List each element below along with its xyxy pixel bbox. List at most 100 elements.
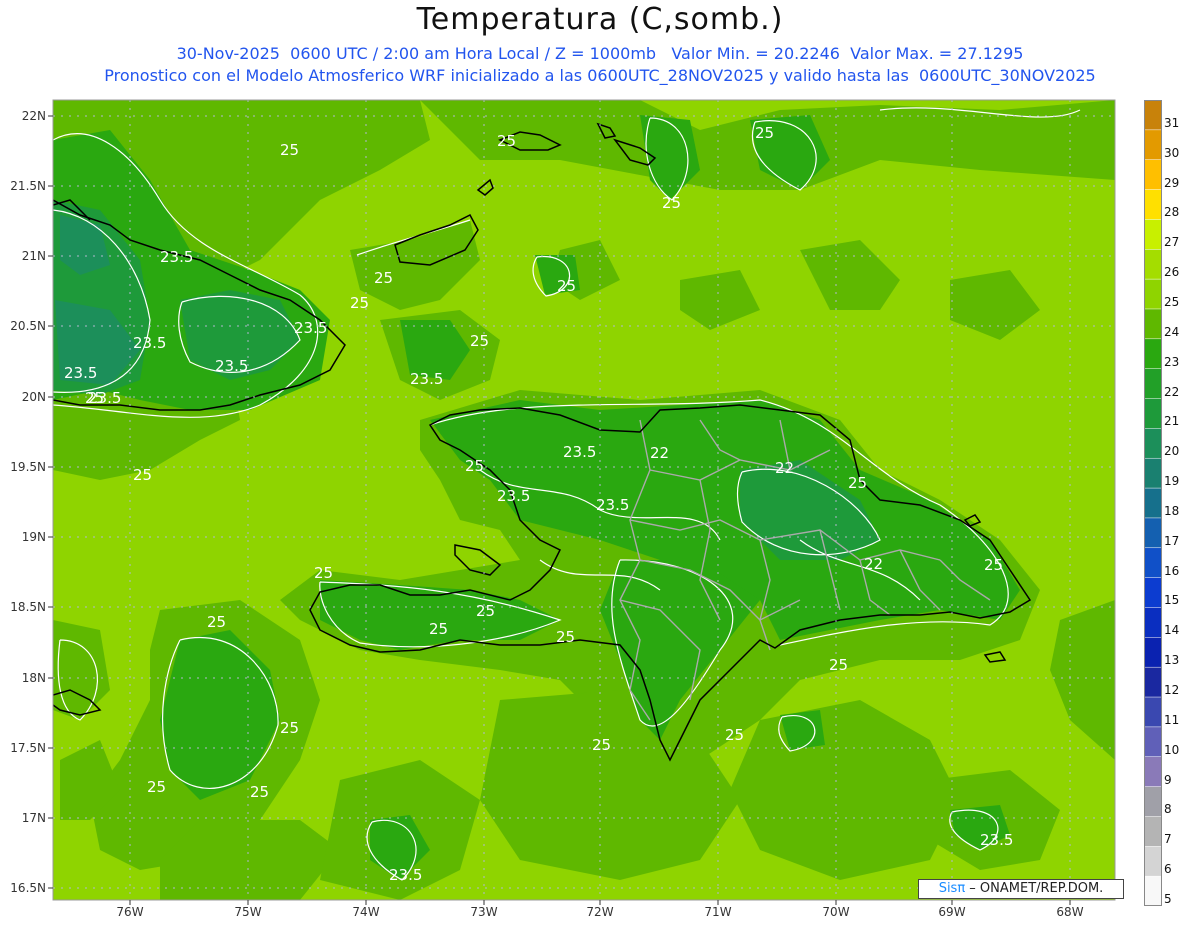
lon-tick-label: 76W [116, 905, 143, 919]
colorbar-swatch [1144, 786, 1163, 818]
contour-value-label: 22 [650, 444, 669, 462]
colorbar-label: 17 [1164, 533, 1180, 548]
credit-org: – ONAMET/REP.DOM. [965, 881, 1104, 896]
lat-tick-label: 18.5N [10, 600, 46, 614]
lat-tick-label: 21.5N [10, 179, 46, 193]
lat-tick-label: 20N [22, 390, 46, 404]
colorbar-swatch [1144, 219, 1163, 251]
contour-value-label: 25 [725, 726, 744, 744]
lon-tick-label: 69W [938, 905, 965, 919]
contour-value-label: 25 [429, 620, 448, 638]
colorbar-swatch [1144, 607, 1163, 639]
contour-value-label: 25 [848, 474, 867, 492]
colorbar-label: 28 [1164, 205, 1180, 220]
contour-value-label: 25 [662, 194, 681, 212]
lon-tick-label: 72W [586, 905, 613, 919]
lat-tick-label: 17N [22, 811, 46, 825]
contour-value-label: 23.5 [294, 319, 327, 337]
colorbar-label: 15 [1164, 593, 1180, 608]
lat-tick-label: 18N [22, 671, 46, 685]
contour-value-label: 23.5 [133, 334, 166, 352]
contour-value-label: 25 [314, 564, 333, 582]
colorbar-label: 29 [1164, 175, 1180, 190]
contour-value-label: 23.5 [64, 364, 97, 382]
contour-value-label: 25 [497, 132, 516, 150]
colorbar-swatch [1144, 816, 1163, 848]
contour-value-label: 25 [280, 719, 299, 737]
colorbar-label: 27 [1164, 235, 1180, 250]
contour-value-label: 25 [350, 294, 369, 312]
contour-value-label: 25 [465, 457, 484, 475]
lon-tick-label: 75W [234, 905, 261, 919]
colorbar-swatch [1144, 726, 1163, 758]
contour-value-label: 23.5 [596, 496, 629, 514]
contour-value-label: 22 [864, 555, 883, 573]
colorbar-swatch [1144, 368, 1163, 400]
colorbar-label: 23 [1164, 354, 1180, 369]
contour-value-label: 23.5 [563, 443, 596, 461]
colorbar-swatch [1144, 517, 1163, 549]
contour-value-label: 25 [592, 736, 611, 754]
contour-value-label: 25 [280, 141, 299, 159]
lat-tick-label: 22N [22, 109, 46, 123]
contour-value-label: 25 [374, 269, 393, 287]
colorbar-swatch [1144, 696, 1163, 728]
contour-value-label: 25 [829, 656, 848, 674]
credit-sis: Sis [938, 881, 958, 896]
colorbar-swatch [1144, 189, 1163, 221]
contour-value-label: 25 [556, 628, 575, 646]
colorbar-label: 19 [1164, 474, 1180, 489]
colorbar-label: 22 [1164, 384, 1180, 399]
colorbar-label: 21 [1164, 414, 1180, 429]
contour-value-label: 23.5 [389, 866, 422, 884]
contour-value-label: 23.5 [497, 487, 530, 505]
contour-value-label: 25 [133, 466, 152, 484]
contour-value-label: 23.5 [160, 248, 193, 266]
colorbar-label: 10 [1164, 742, 1180, 757]
colorbar-label: 24 [1164, 324, 1180, 339]
colorbar-label: 31 [1164, 115, 1180, 130]
lat-tick-label: 19.5N [10, 460, 46, 474]
colorbar-label: 13 [1164, 653, 1180, 668]
colorbar-label: 8 [1164, 802, 1172, 817]
colorbar-swatch [1144, 846, 1163, 877]
colorbar-swatch [1144, 100, 1163, 131]
colorbar-label: 20 [1164, 444, 1180, 459]
colorbar-label: 6 [1164, 862, 1172, 877]
colorbar-swatch [1144, 666, 1163, 698]
longitude-axis: 76W 75W 74W 73W 72W 71W 70W 69W 68W [116, 900, 1084, 919]
colorbar-label: 9 [1164, 772, 1172, 787]
lat-tick-label: 20.5N [10, 319, 46, 333]
colorbar-swatch [1144, 637, 1163, 668]
contour-value-label: 25 [250, 783, 269, 801]
colorbar-swatch [1144, 547, 1163, 579]
contour-value-label: 23.5 [88, 389, 121, 407]
colorbar-swatch [1144, 159, 1163, 191]
contour-value-label: 25 [755, 124, 774, 142]
colorbar-label: 5 [1164, 892, 1172, 906]
lon-tick-label: 68W [1056, 905, 1083, 919]
contour-value-label: 23.5 [410, 370, 443, 388]
colorbar-swatch [1144, 577, 1163, 609]
contour-value-label: 23.5 [215, 357, 248, 375]
lon-tick-label: 70W [822, 905, 849, 919]
colorbar-swatch [1144, 338, 1163, 370]
latitude-axis: 22N 21.5N 21N 20.5N 20N 19.5N 19N 18.5N 18N 17.5N… [10, 109, 53, 895]
lat-tick-label: 17.5N [10, 741, 46, 755]
colorbar-swatch [1144, 129, 1163, 161]
colorbar-swatch [1144, 457, 1163, 489]
contour-value-label: 25 [984, 556, 1003, 574]
colorbar-label: 16 [1164, 563, 1180, 578]
colorbar-swatch [1144, 249, 1163, 280]
colorbar-swatch [1144, 278, 1163, 310]
colorbar-swatch [1144, 756, 1163, 788]
contour-value-label: 25 [557, 277, 576, 295]
credit-box: Sisπ – ONAMET/REP.DOM. [918, 879, 1124, 899]
contour-value-label: 25 [476, 602, 495, 620]
map-plot-area: 25 25 25 25 25 25 25 25 25 25 25 25 25 25 25 25 25 25 25 25… [53, 100, 1115, 900]
temperature-map: 25 25 25 25 25 25 25 25 25 25 25 25 25 25 25 25 25 25 25 25… [10, 99, 1116, 919]
colorbar-label: 12 [1164, 683, 1180, 698]
lat-tick-label: 16.5N [10, 881, 46, 895]
colorbar-swatch [1144, 308, 1163, 340]
colorbar-swatch [1144, 487, 1163, 519]
